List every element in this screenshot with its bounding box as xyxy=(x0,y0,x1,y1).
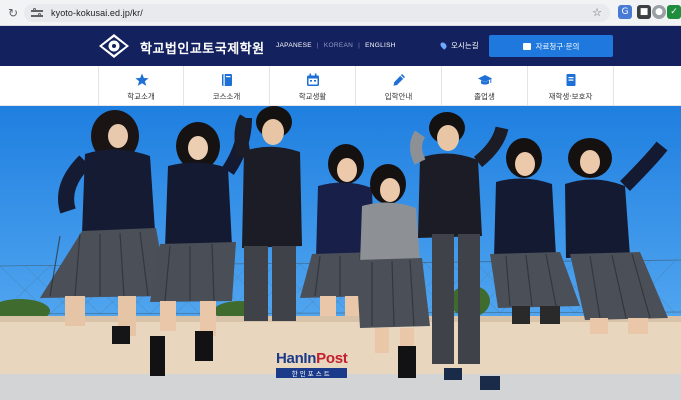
school-name[interactable]: 학교법인교토국제학원 xyxy=(140,38,265,57)
school-logo-icon[interactable] xyxy=(98,33,130,59)
lang-korean[interactable]: KOREAN xyxy=(324,42,353,49)
map-pin-icon xyxy=(439,41,448,50)
lang-english[interactable]: ENGLISH xyxy=(365,42,396,49)
nav-label: 졸업생 xyxy=(474,92,495,101)
site-header: 학교법인교토국제학원 JAPANESE | KOREAN | ENGLISH 오… xyxy=(0,26,681,66)
nav-item-school-life[interactable]: 학교생활 xyxy=(270,66,356,106)
site-info-icon[interactable] xyxy=(31,8,43,18)
nav-item-admissions[interactable]: 입학안내 xyxy=(356,66,442,106)
nav-label: 입학안내 xyxy=(384,92,413,101)
access-label: 오시는길 xyxy=(451,41,479,50)
nav-item-school-intro[interactable]: 학교소개 xyxy=(98,66,184,106)
watermark-hanin: HanIn xyxy=(276,350,317,367)
book-icon xyxy=(222,74,232,86)
extension-icon[interactable]: ■ xyxy=(637,5,651,19)
nav-item-students-parents[interactable]: 재학생·보호자 xyxy=(528,66,614,106)
extension-icon[interactable]: ● xyxy=(652,5,666,19)
star-icon xyxy=(135,73,149,86)
divider: | xyxy=(316,42,319,49)
watermark-sub: 한인포스트 xyxy=(276,368,348,378)
nav-label: 학교소개 xyxy=(127,92,155,101)
access-link[interactable]: 오시는길 xyxy=(439,40,479,51)
translate-icon[interactable]: G xyxy=(618,5,632,19)
nav-item-alumni[interactable]: 졸업생 xyxy=(442,66,528,106)
nav-label: 학교생활 xyxy=(298,92,327,101)
nav-item-courses[interactable]: 코스소개 xyxy=(184,66,270,106)
address-bar[interactable]: kyoto-kokusai.ed.jp/kr/ ☆ xyxy=(24,4,610,22)
pencil-icon xyxy=(393,74,405,86)
hanin-post-watermark: HanInPost 한인포스트 xyxy=(276,350,348,378)
request-info-label: 자료청구·문의 xyxy=(535,41,580,51)
calendar-icon xyxy=(307,73,319,86)
reload-icon[interactable]: ↻ xyxy=(6,6,20,20)
extension-icon[interactable]: ✓ xyxy=(667,5,681,19)
url-text: kyoto-kokusai.ed.jp/kr/ xyxy=(51,8,143,18)
main-nav: 학교소개 코스소개 학교생활 입학안내 졸업생 재학생·보호자 xyxy=(0,66,681,106)
watermark-post: Post xyxy=(316,350,348,367)
watermark-logo: HanInPost xyxy=(276,350,348,367)
notebook-icon xyxy=(566,74,576,86)
request-info-button[interactable]: 자료청구·문의 xyxy=(489,35,613,57)
lang-japanese[interactable]: JAPANESE xyxy=(276,42,312,49)
document-icon xyxy=(522,42,531,50)
graduation-cap-icon xyxy=(478,75,492,85)
bookmark-star-icon[interactable]: ☆ xyxy=(592,6,602,19)
nav-label: 재학생·보호자 xyxy=(548,92,593,101)
language-switcher: JAPANESE | KOREAN | ENGLISH xyxy=(276,42,396,49)
nav-label: 코스소개 xyxy=(212,92,241,101)
browser-toolbar: ↻ kyoto-kokusai.ed.jp/kr/ ☆ G ■ ● ✓ xyxy=(0,0,681,26)
divider: | xyxy=(358,42,361,49)
